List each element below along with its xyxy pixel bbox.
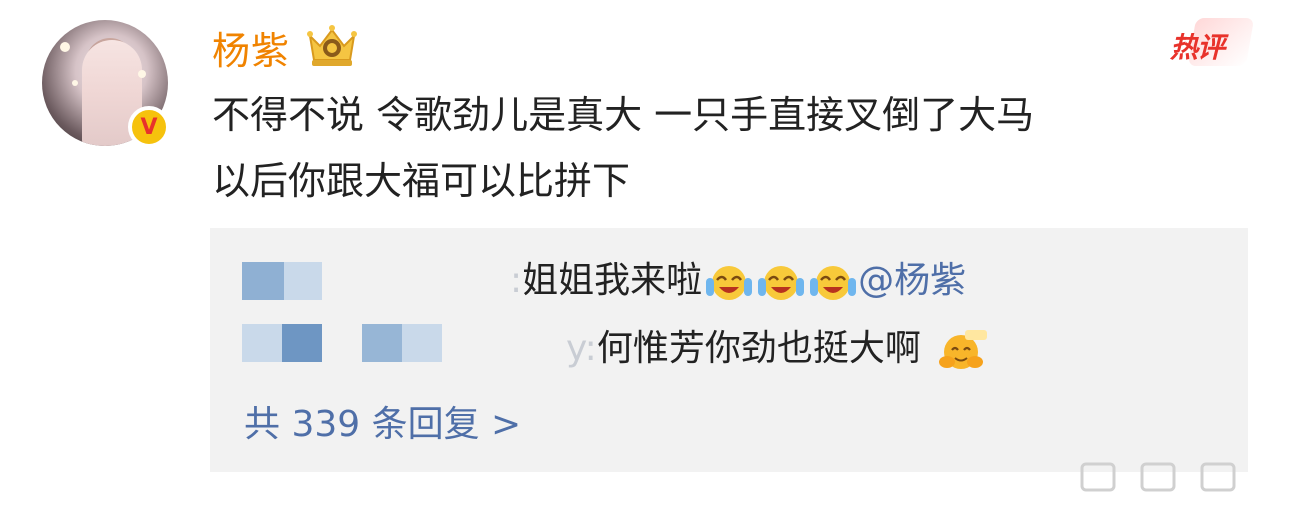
- reply-text: y:何惟芳你劲也挺大啊: [566, 314, 991, 384]
- verified-v-icon: V: [128, 106, 170, 148]
- action-bar: [1042, 458, 1262, 498]
- like-icon[interactable]: [1200, 462, 1236, 492]
- reply-text: :姐姐我来啦 @杨紫: [510, 246, 966, 316]
- comment-text-line1: 不得不说 令歌劲儿是真大 一只手直接叉倒了大马: [212, 93, 1035, 137]
- blurred-username: [242, 262, 284, 300]
- comment-text-line2: 以后你跟大福可以比拼下: [212, 159, 631, 203]
- sparkle-icon: [60, 42, 70, 52]
- blurred-username: [284, 262, 322, 300]
- mention-link[interactable]: @杨紫: [858, 260, 966, 301]
- username[interactable]: 杨紫: [212, 20, 290, 75]
- reply-username-suffix: :: [510, 260, 523, 301]
- sparkle-icon: [72, 80, 78, 86]
- laughing-tears-emoji: [706, 266, 753, 300]
- laughing-tears-emoji: [810, 266, 857, 300]
- hot-tag-label: 热评: [1170, 31, 1225, 64]
- hot-comment-tag: 热评: [1170, 18, 1255, 68]
- action-icons: [1080, 462, 1236, 492]
- laughing-tears-emoji: [758, 266, 805, 300]
- reply-body: 姐姐我来啦: [522, 260, 703, 301]
- crown-badge-icon[interactable]: [304, 22, 360, 68]
- reply-item[interactable]: :姐姐我来啦 @杨紫: [210, 246, 1248, 316]
- share-icon[interactable]: [1080, 462, 1116, 492]
- replies-box[interactable]: :姐姐我来啦 @杨紫 y:何惟芳你劲也挺大啊 共 339 条回复 >: [210, 228, 1248, 472]
- hugging-emoji: [938, 330, 987, 369]
- sparkle-icon: [138, 70, 146, 78]
- blurred-username: [282, 324, 322, 362]
- reply-item[interactable]: y:何惟芳你劲也挺大啊: [210, 314, 1248, 384]
- reply-body: 何惟芳你劲也挺大啊: [596, 328, 921, 369]
- blurred-username: [242, 324, 282, 362]
- blurred-username: [402, 324, 442, 362]
- blurred-username: [362, 324, 402, 362]
- comment-icon[interactable]: [1140, 462, 1176, 492]
- more-replies-link[interactable]: 共 339 条回复 >: [244, 400, 521, 450]
- reply-username-suffix: y:: [566, 328, 597, 369]
